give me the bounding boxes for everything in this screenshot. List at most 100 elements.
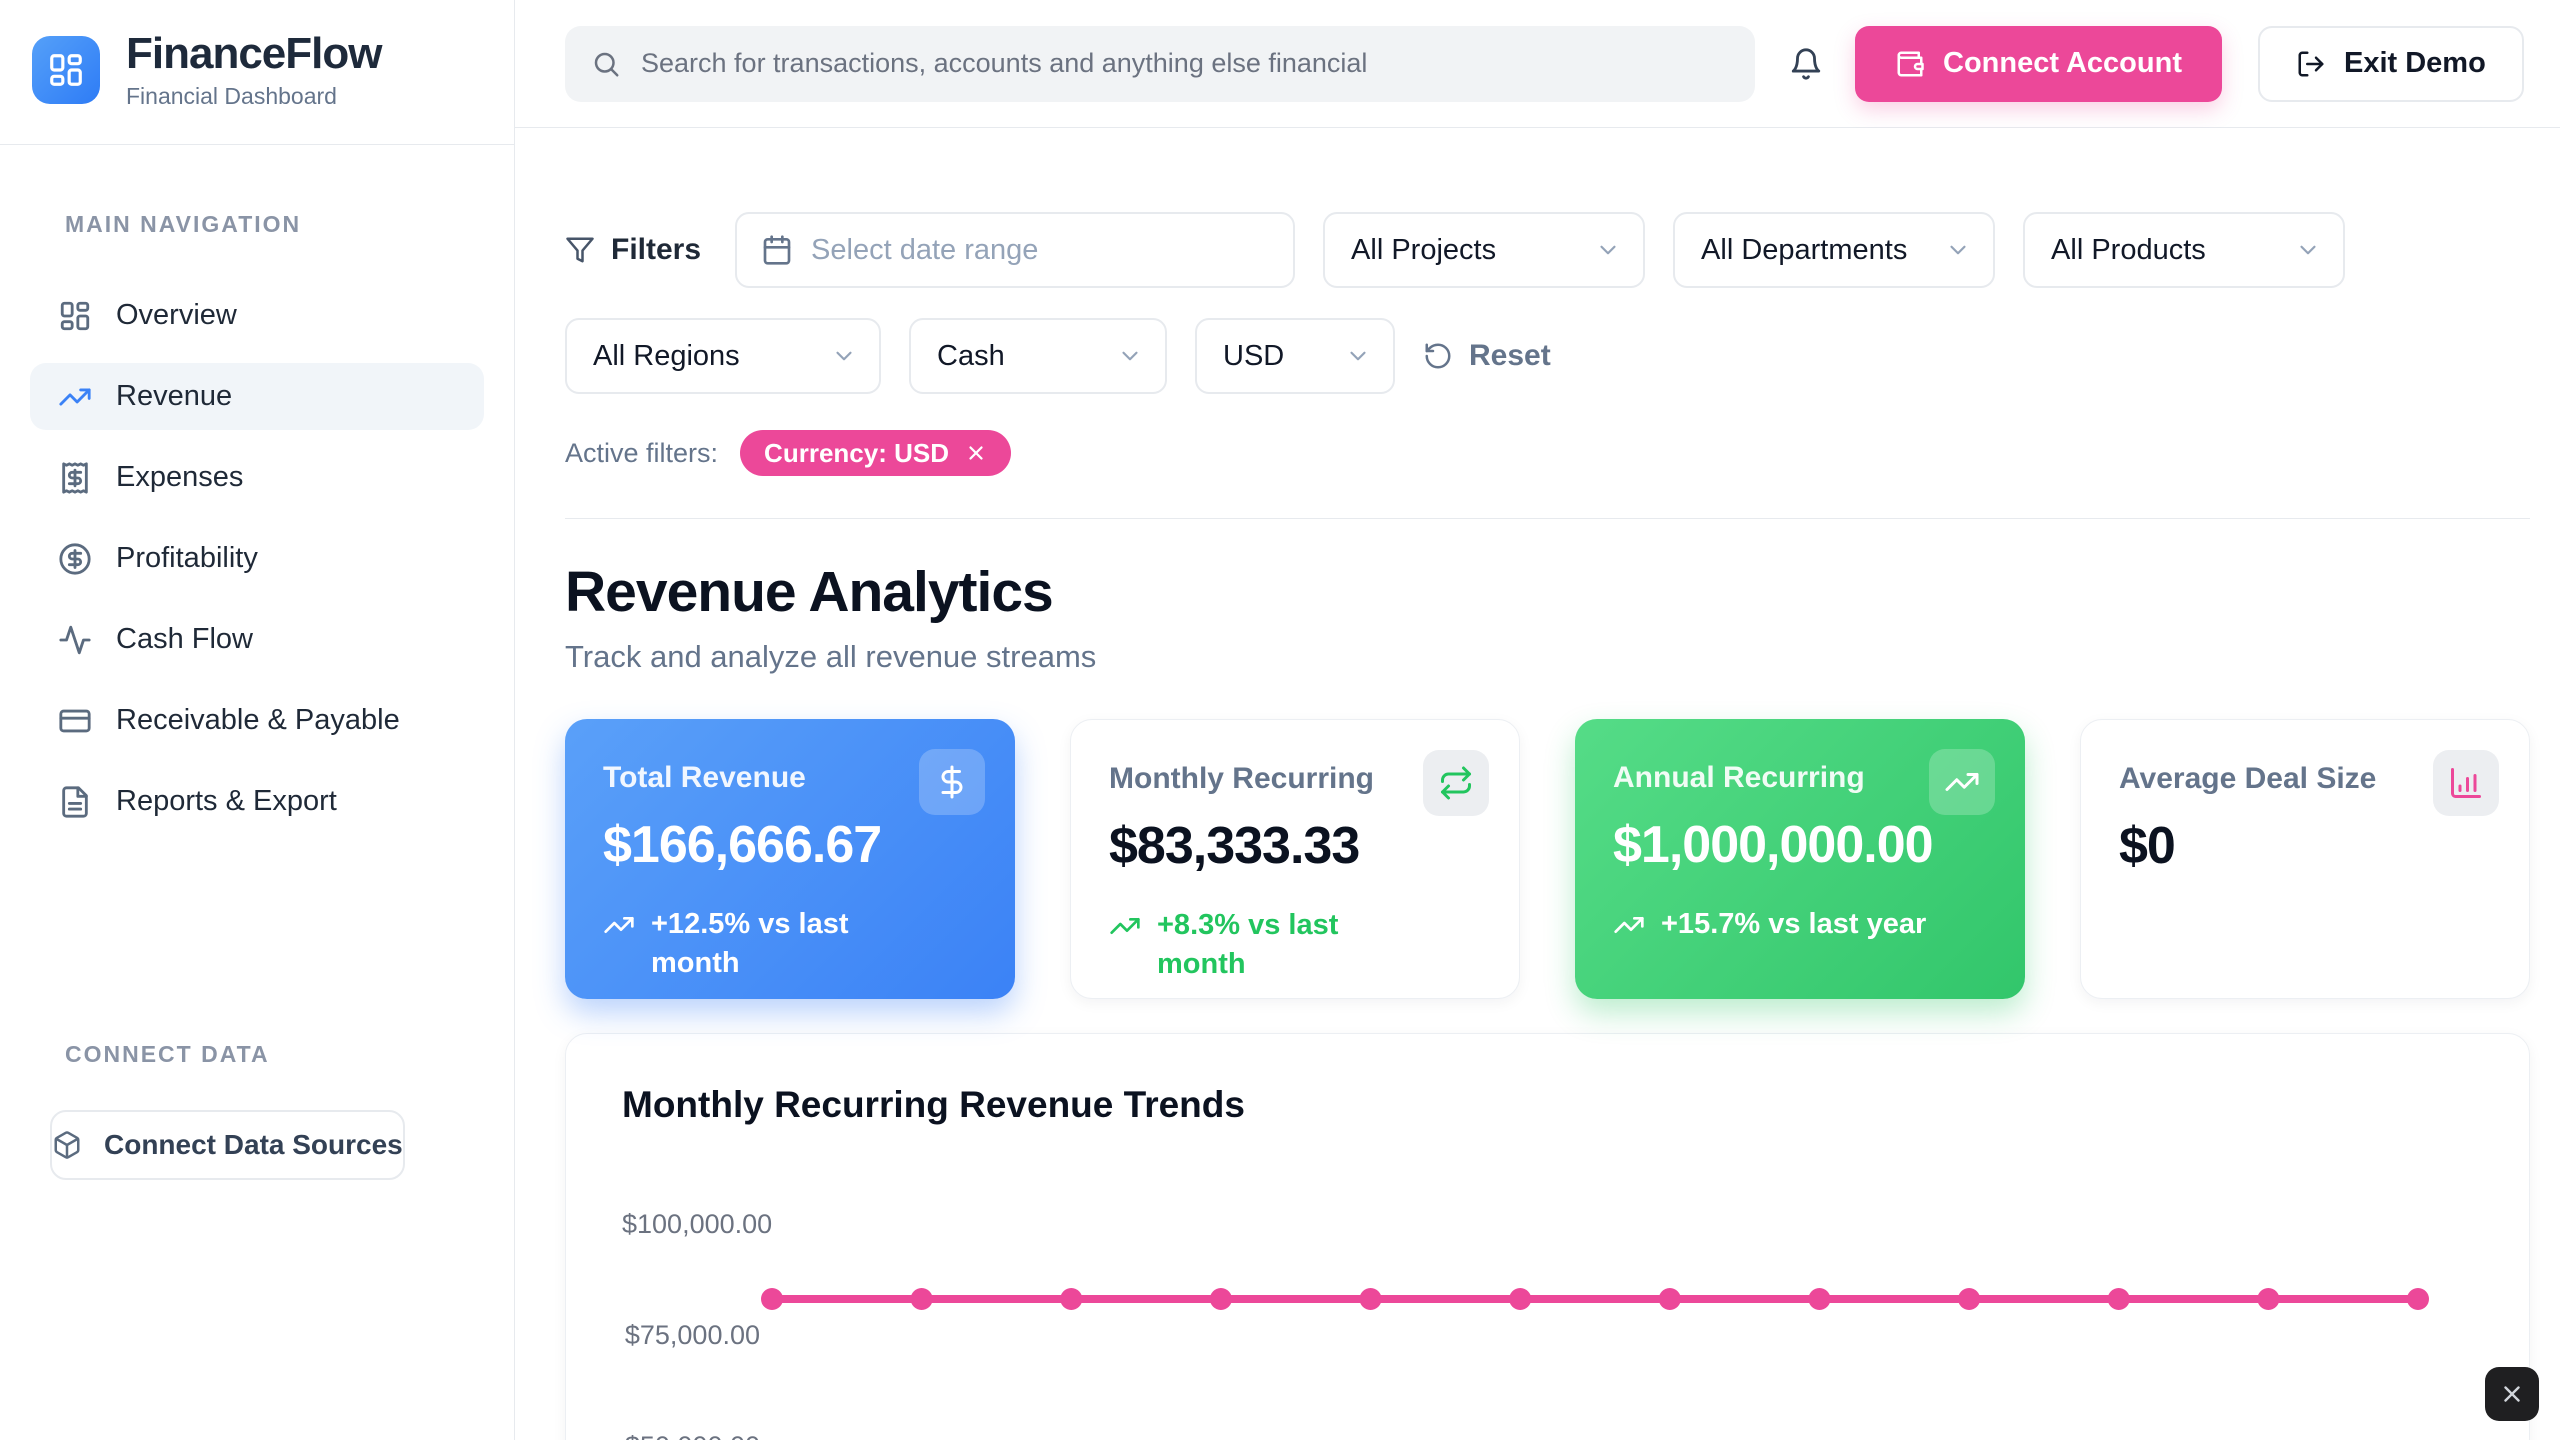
payment-type-select[interactable]: Cash bbox=[909, 318, 1167, 394]
search-input[interactable] bbox=[641, 48, 1729, 79]
date-range-field[interactable] bbox=[811, 234, 1269, 267]
bell-icon bbox=[1789, 47, 1823, 81]
chevron-down-icon bbox=[1345, 343, 1371, 369]
close-icon[interactable] bbox=[965, 442, 987, 464]
search-bar[interactable] bbox=[565, 26, 1755, 102]
metric-card-annual-recurring: Annual Recurring $1,000,000.00 +15.7% vs… bbox=[1575, 719, 2025, 999]
dollar-icon bbox=[919, 749, 985, 815]
currency-select-value: USD bbox=[1223, 340, 1284, 373]
grid-icon bbox=[58, 299, 92, 333]
sidebar-item-label: Revenue bbox=[116, 380, 232, 413]
exit-demo-button[interactable]: Exit Demo bbox=[2258, 26, 2524, 102]
sidebar-item-label: Receivable & Payable bbox=[116, 704, 400, 737]
chevron-down-icon bbox=[2295, 237, 2321, 263]
connect-account-label: Connect Account bbox=[1943, 47, 2182, 80]
sidebar-item-label: Profitability bbox=[116, 542, 258, 575]
mrr-line-series bbox=[622, 1172, 2473, 1440]
trending-up-icon bbox=[1109, 910, 1141, 942]
sidebar-item-label: Overview bbox=[116, 299, 237, 332]
active-filter-chip-label: Currency: USD bbox=[764, 438, 949, 469]
regions-select-value: All Regions bbox=[593, 340, 740, 373]
sidebar-item-label: Expenses bbox=[116, 461, 243, 494]
sidebar-item-cash-flow[interactable]: Cash Flow bbox=[30, 606, 484, 673]
sidebar-item-overview[interactable]: Overview bbox=[30, 282, 484, 349]
page-subtitle: Track and analyze all revenue streams bbox=[565, 639, 2530, 675]
trending-up-icon bbox=[58, 380, 92, 414]
search-icon bbox=[591, 49, 621, 79]
trending-up-icon bbox=[603, 909, 635, 941]
metric-value: $1,000,000.00 bbox=[1613, 815, 1987, 875]
sidebar-item-revenue[interactable]: Revenue bbox=[30, 363, 484, 430]
app-subtitle: Financial Dashboard bbox=[126, 83, 381, 110]
metric-value: $166,666.67 bbox=[603, 815, 977, 875]
departments-select-value: All Departments bbox=[1701, 234, 1907, 267]
payment-type-select-value: Cash bbox=[937, 340, 1005, 373]
active-filters-label: Active filters: bbox=[565, 438, 718, 469]
filters-row-2: All Regions Cash USD Reset bbox=[565, 318, 2530, 394]
chevron-down-icon bbox=[1945, 237, 1971, 263]
metric-change: +15.7% vs last year bbox=[1613, 905, 1987, 944]
date-range-input[interactable] bbox=[735, 212, 1295, 288]
sidebar-item-expenses[interactable]: Expenses bbox=[30, 444, 484, 511]
active-filters-row: Active filters: Currency: USD bbox=[565, 430, 2530, 476]
main-content: Filters All Projects All Departments All… bbox=[515, 128, 2560, 1440]
connect-account-button[interactable]: Connect Account bbox=[1855, 26, 2222, 102]
sidebar: FinanceFlow Financial Dashboard MAIN NAV… bbox=[0, 0, 515, 1440]
cube-icon bbox=[52, 1130, 82, 1160]
calendar-icon bbox=[761, 234, 793, 266]
file-text-icon bbox=[58, 785, 92, 819]
chart-title: Monthly Recurring Revenue Trends bbox=[622, 1084, 2473, 1126]
currency-select[interactable]: USD bbox=[1195, 318, 1395, 394]
mrr-chart-plot: $100,000.00$75,000.00$50,000.00 bbox=[622, 1172, 2473, 1440]
sidebar-item-profitability[interactable]: Profitability bbox=[30, 525, 484, 592]
metric-cards: Total Revenue $166,666.67 +12.5% vs last… bbox=[565, 719, 2530, 999]
filters-row-1: Filters All Projects All Departments All… bbox=[565, 212, 2530, 288]
app-name: FinanceFlow bbox=[126, 30, 381, 78]
filter-icon bbox=[565, 235, 595, 265]
metric-value: $83,333.33 bbox=[1109, 816, 1481, 876]
close-demo-button[interactable] bbox=[2485, 1367, 2539, 1421]
reset-filters-button[interactable]: Reset bbox=[1423, 339, 1551, 373]
chevron-down-icon bbox=[831, 343, 857, 369]
section-divider bbox=[565, 518, 2530, 519]
repeat-icon bbox=[1423, 750, 1489, 816]
metric-card-monthly-recurring: Monthly Recurring $83,333.33 +8.3% vs la… bbox=[1070, 719, 1520, 999]
app-logo-icon bbox=[32, 36, 100, 104]
metric-change: +8.3% vs last month bbox=[1109, 906, 1481, 984]
chevron-down-icon bbox=[1117, 343, 1143, 369]
connect-data-sources-button[interactable]: Connect Data Sources bbox=[50, 1110, 405, 1180]
sidebar-item-receivable-payable[interactable]: Receivable & Payable bbox=[30, 687, 484, 754]
notifications-button[interactable] bbox=[1789, 47, 1823, 81]
products-select-value: All Products bbox=[2051, 234, 2206, 267]
page-title: Revenue Analytics bbox=[565, 559, 2530, 625]
metric-value: $0 bbox=[2119, 816, 2491, 876]
projects-select-value: All Projects bbox=[1351, 234, 1496, 267]
logout-icon bbox=[2296, 49, 2326, 79]
sidebar-item-label: Reports & Export bbox=[116, 785, 337, 818]
regions-select[interactable]: All Regions bbox=[565, 318, 881, 394]
mrr-trends-chart-card: Monthly Recurring Revenue Trends $100,00… bbox=[565, 1033, 2530, 1440]
active-filter-chip-currency[interactable]: Currency: USD bbox=[740, 430, 1011, 476]
top-header: Connect Account Exit Demo bbox=[515, 0, 2560, 128]
chevron-down-icon bbox=[1595, 237, 1621, 263]
metric-card-total-revenue: Total Revenue $166,666.67 +12.5% vs last… bbox=[565, 719, 1015, 999]
filters-label: Filters bbox=[565, 233, 701, 267]
connect-data-section-title: CONNECT DATA bbox=[65, 1041, 514, 1068]
metric-change: +12.5% vs last month bbox=[603, 905, 977, 983]
trending-up-icon bbox=[1929, 749, 1995, 815]
sidebar-item-reports-export[interactable]: Reports & Export bbox=[30, 768, 484, 835]
activity-icon bbox=[58, 623, 92, 657]
departments-select[interactable]: All Departments bbox=[1673, 212, 1995, 288]
brand: FinanceFlow Financial Dashboard bbox=[0, 0, 514, 145]
close-icon bbox=[2499, 1381, 2525, 1407]
products-select[interactable]: All Products bbox=[2023, 212, 2345, 288]
receipt-icon bbox=[58, 461, 92, 495]
main-navigation: Overview Revenue Expenses Profitability … bbox=[30, 282, 484, 835]
wallet-icon bbox=[1895, 49, 1925, 79]
nav-section-title: MAIN NAVIGATION bbox=[65, 211, 514, 238]
credit-card-icon bbox=[58, 704, 92, 738]
metric-card-average-deal-size: Average Deal Size $0 bbox=[2080, 719, 2530, 999]
projects-select[interactable]: All Projects bbox=[1323, 212, 1645, 288]
rotate-ccw-icon bbox=[1423, 341, 1453, 371]
trending-up-icon bbox=[1613, 909, 1645, 941]
